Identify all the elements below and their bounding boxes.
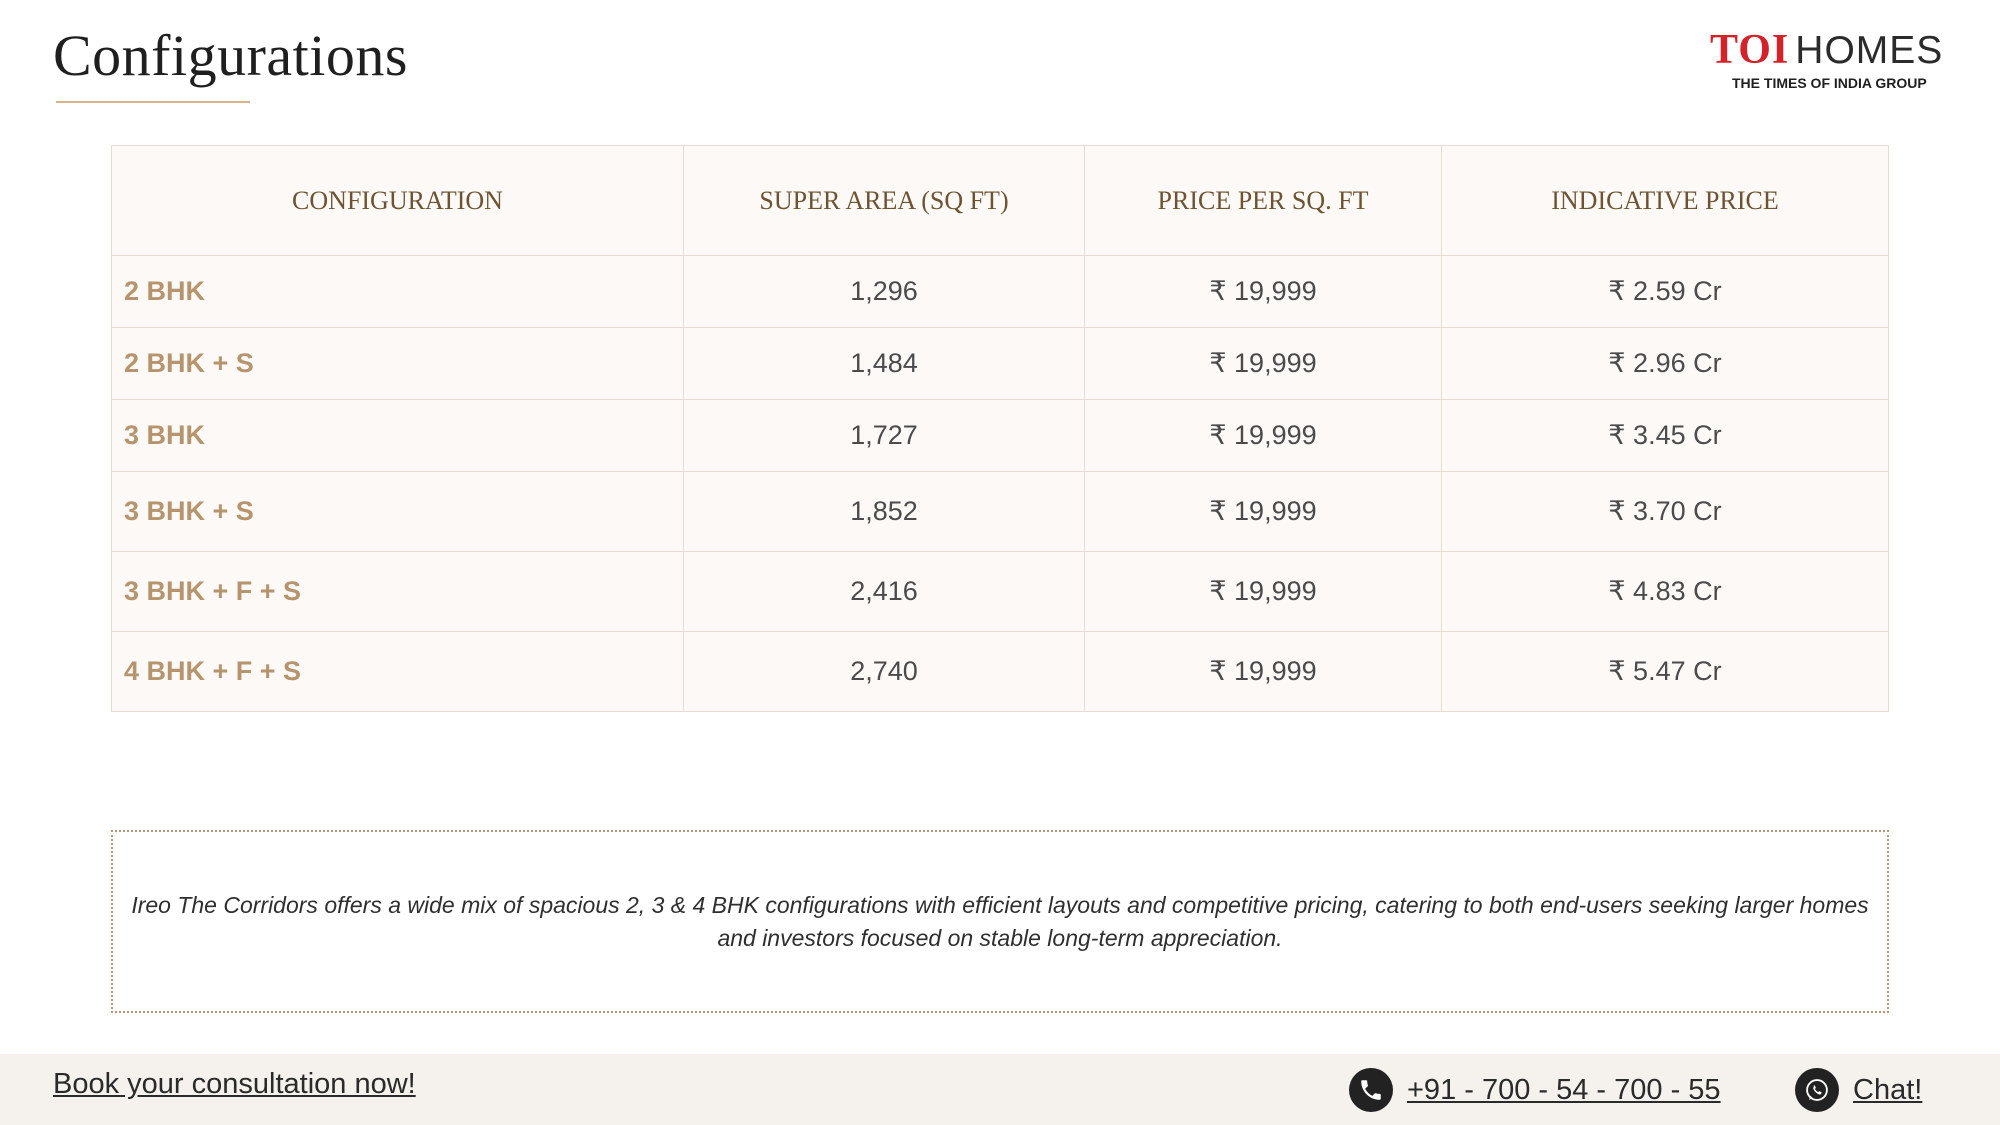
footer-bar: Book your consultation now! +91 - 700 - … — [0, 1054, 2000, 1125]
cell-super-area: 2,740 — [683, 631, 1085, 712]
cell-indicative-price: ₹ 3.45 Cr — [1441, 399, 1889, 472]
cell-super-area: 1,852 — [683, 471, 1085, 552]
phone-number-link[interactable]: +91 - 700 - 54 - 700 - 55 — [1407, 1074, 1721, 1107]
cell-super-area: 1,484 — [683, 327, 1085, 400]
cell-configuration: 3 BHK + S — [111, 471, 684, 552]
table-row: 3 BHK + S 1,852 ₹ 19,999 ₹ 3.70 Cr — [111, 471, 1889, 552]
logo-tagline: THE TIMES OF INDIA GROUP — [1732, 75, 1927, 91]
table-row: 4 BHK + F + S 2,740 ₹ 19,999 ₹ 5.47 Cr — [111, 631, 1889, 712]
chat-link[interactable]: Chat! — [1853, 1074, 1922, 1107]
cell-price-per-sqft: ₹ 19,999 — [1084, 551, 1442, 632]
cell-price-per-sqft: ₹ 19,999 — [1084, 471, 1442, 552]
cell-price-per-sqft: ₹ 19,999 — [1084, 399, 1442, 472]
cell-configuration: 3 BHK + F + S — [111, 551, 684, 632]
toi-homes-logo: TOI HOMES THE TIMES OF INDIA GROUP — [1710, 28, 1962, 92]
column-header-super-area: SUPER AREA (SQ FT) — [683, 145, 1085, 256]
column-header-price-per-sqft: PRICE PER SQ. FT — [1084, 145, 1442, 256]
cell-super-area: 1,727 — [683, 399, 1085, 472]
table-header-row: CONFIGURATION SUPER AREA (SQ FT) PRICE P… — [111, 145, 1889, 256]
column-header-configuration: CONFIGURATION — [111, 145, 684, 256]
chat-contact: Chat! — [1795, 1068, 1922, 1112]
configuration-table: CONFIGURATION SUPER AREA (SQ FT) PRICE P… — [111, 145, 1889, 712]
cell-indicative-price: ₹ 2.96 Cr — [1441, 327, 1889, 400]
description-box: Ireo The Corridors offers a wide mix of … — [111, 830, 1889, 1013]
title-underline — [56, 101, 250, 103]
cell-configuration: 2 BHK — [111, 255, 684, 328]
logo-brand-main: TOI — [1710, 27, 1790, 73]
cell-super-area: 1,296 — [683, 255, 1085, 328]
cell-super-area: 2,416 — [683, 551, 1085, 632]
cell-configuration: 3 BHK — [111, 399, 684, 472]
cell-configuration: 2 BHK + S — [111, 327, 684, 400]
cell-indicative-price: ₹ 3.70 Cr — [1441, 471, 1889, 552]
table-row: 3 BHK + F + S 2,416 ₹ 19,999 ₹ 4.83 Cr — [111, 551, 1889, 632]
table-row: 2 BHK + S 1,484 ₹ 19,999 ₹ 2.96 Cr — [111, 327, 1889, 400]
phone-icon[interactable] — [1349, 1068, 1393, 1112]
table-row: 3 BHK 1,727 ₹ 19,999 ₹ 3.45 Cr — [111, 399, 1889, 472]
cell-indicative-price: ₹ 2.59 Cr — [1441, 255, 1889, 328]
whatsapp-icon[interactable] — [1795, 1068, 1839, 1112]
phone-contact: +91 - 700 - 54 - 700 - 55 — [1349, 1068, 1721, 1112]
cell-indicative-price: ₹ 5.47 Cr — [1441, 631, 1889, 712]
column-header-indicative-price: INDICATIVE PRICE — [1441, 145, 1889, 256]
cell-price-per-sqft: ₹ 19,999 — [1084, 631, 1442, 712]
cell-price-per-sqft: ₹ 19,999 — [1084, 327, 1442, 400]
cell-configuration: 4 BHK + F + S — [111, 631, 684, 712]
description-text: Ireo The Corridors offers a wide mix of … — [131, 891, 1869, 951]
page-title: Configurations — [53, 23, 408, 88]
cell-indicative-price: ₹ 4.83 Cr — [1441, 551, 1889, 632]
table-row: 2 BHK 1,296 ₹ 19,999 ₹ 2.59 Cr — [111, 255, 1889, 328]
book-consultation-link[interactable]: Book your consultation now! — [53, 1068, 416, 1101]
logo-wordmark: TOI HOMES — [1710, 28, 1962, 73]
logo-brand-suffix: HOMES — [1795, 29, 1944, 72]
cell-price-per-sqft: ₹ 19,999 — [1084, 255, 1442, 328]
